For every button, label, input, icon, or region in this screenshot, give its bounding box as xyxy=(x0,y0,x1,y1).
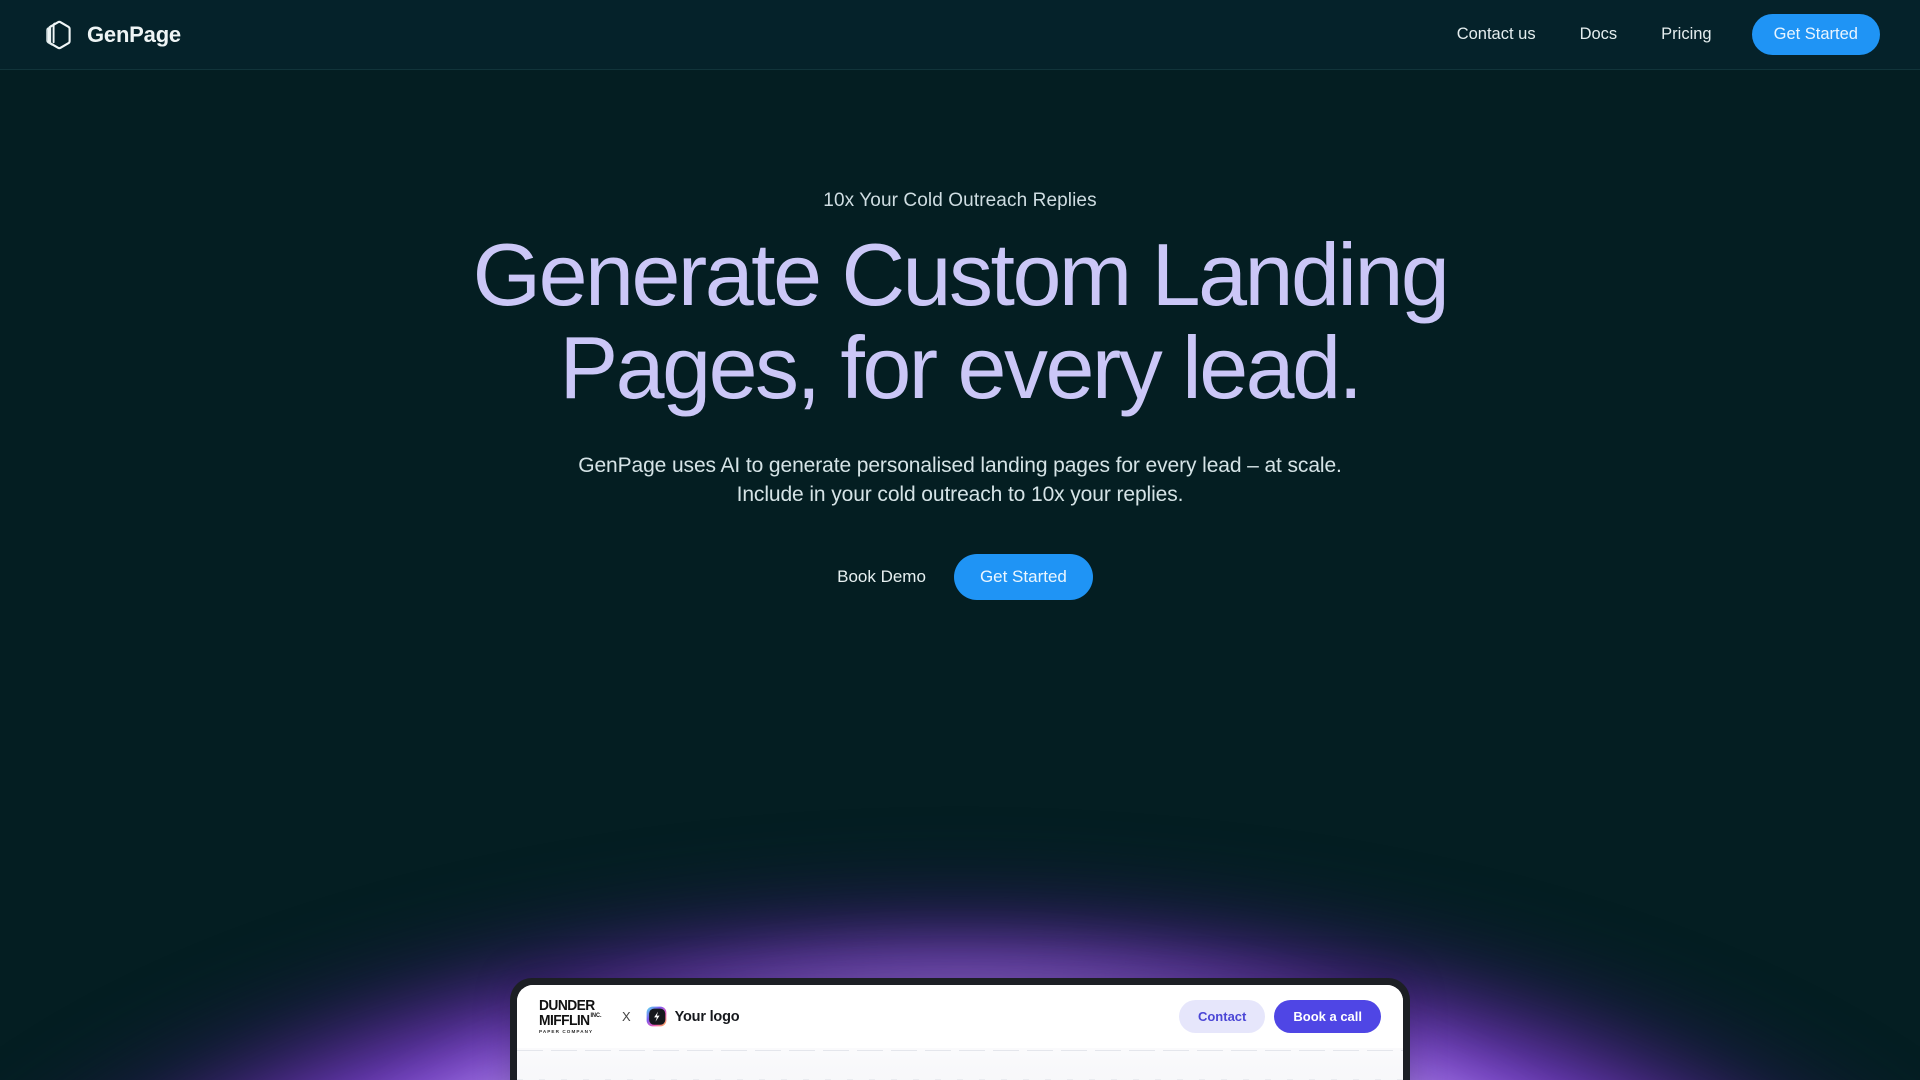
genpage-hexagon-logo-icon xyxy=(40,18,74,52)
main-nav: Contact us Docs Pricing Get Started xyxy=(1435,14,1880,55)
lightning-bolt-gradient-icon xyxy=(646,1006,667,1027)
dunder-mifflin-logo: DUNDER MIFFLIN INC. PAPER COMPANY xyxy=(539,998,607,1035)
mockup-divider-1 xyxy=(517,1050,1403,1051)
nav-docs[interactable]: Docs xyxy=(1558,26,1640,43)
hero-get-started-button[interactable]: Get Started xyxy=(953,554,1093,601)
landing-page: GenPage Contact us Docs Pricing Get Star… xyxy=(0,0,1920,1080)
mockup-body xyxy=(517,1048,1403,1080)
brand-name: GenPage xyxy=(87,21,181,47)
dunder-inc-superscript: INC. xyxy=(590,1013,602,1020)
mockup-navbar-left: DUNDER MIFFLIN INC. PAPER COMPANY X Your… xyxy=(539,998,740,1035)
your-logo-block: Your logo xyxy=(646,1006,740,1027)
logo-separator-x: X xyxy=(621,1009,631,1024)
mock-contact-button[interactable]: Contact xyxy=(1178,1000,1266,1033)
mockup-viewport: DUNDER MIFFLIN INC. PAPER COMPANY X Your… xyxy=(517,985,1403,1080)
nav-pricing[interactable]: Pricing xyxy=(1639,26,1733,43)
mockup-navbar: DUNDER MIFFLIN INC. PAPER COMPANY X Your… xyxy=(517,985,1403,1048)
dunder-line-2: MIFFLIN INC. xyxy=(539,1013,602,1028)
header-get-started-button[interactable]: Get Started xyxy=(1751,14,1880,55)
book-demo-button[interactable]: Book Demo xyxy=(827,555,936,599)
hero-subheadline: GenPage uses AI to generate personalised… xyxy=(578,453,1342,507)
hero-eyebrow: 10x Your Cold Outreach Replies xyxy=(823,190,1097,211)
landing-page-preview-mockup: DUNDER MIFFLIN INC. PAPER COMPANY X Your… xyxy=(510,978,1410,1080)
site-header: GenPage Contact us Docs Pricing Get Star… xyxy=(0,0,1920,70)
mock-book-a-call-button[interactable]: Book a call xyxy=(1274,1000,1381,1033)
brand-logo[interactable]: GenPage xyxy=(40,18,181,52)
mockup-navbar-right: Contact Book a call xyxy=(1178,1000,1381,1033)
your-logo-label: Your logo xyxy=(674,1008,740,1025)
nav-contact-us[interactable]: Contact us xyxy=(1435,26,1558,43)
hero-headline: Generate Custom Landing Pages, for every… xyxy=(472,225,1450,418)
dunder-line-1: DUNDER xyxy=(539,997,595,1015)
dunder-line-2-text: MIFFLIN xyxy=(539,1012,590,1030)
hero-section: 10x Your Cold Outreach Replies Generate … xyxy=(0,70,1920,601)
hero-cta-row: Book Demo Get Started xyxy=(0,554,1920,601)
dunder-tagline: PAPER COMPANY xyxy=(539,1029,594,1035)
